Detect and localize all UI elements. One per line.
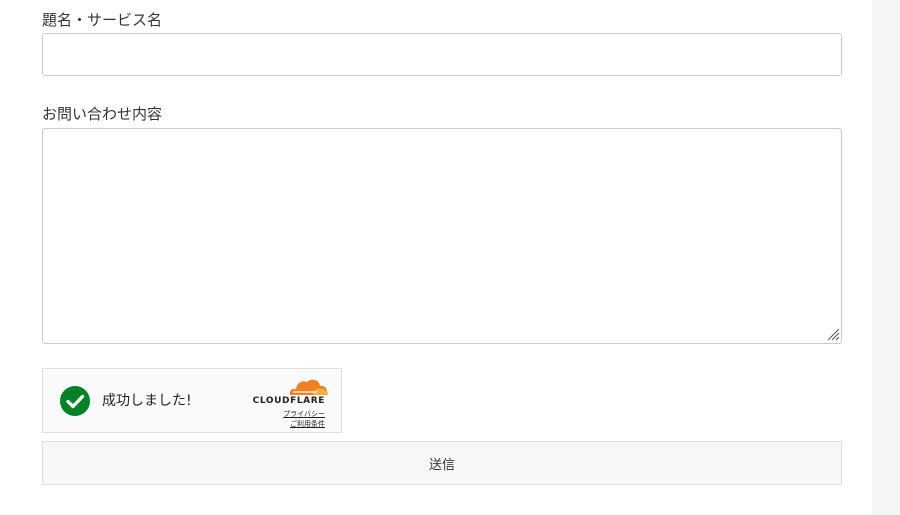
privacy-link[interactable]: プライバシー [283,410,325,419]
content-field-label: お問い合わせ内容 [42,105,163,123]
checkmark-circle-icon [60,386,90,416]
content-textarea[interactable] [42,128,842,344]
title-input[interactable] [42,33,842,76]
cloudflare-wordmark: CLOUDFLARE [252,396,325,406]
submit-button[interactable]: 送信 [42,441,842,485]
captcha-status-text: 成功しました! [102,393,192,409]
title-field-label: 題名・サービス名 [42,11,163,29]
cloudflare-cloud-icon [289,379,328,395]
contact-form-page: 題名・サービス名 お問い合わせ内容 成功しました! CLOUDFLARE プライ… [0,0,872,515]
terms-link[interactable]: ご利用条件 [290,420,325,429]
textarea-resize-handle[interactable] [826,327,840,341]
cloudflare-turnstile-widget: 成功しました! CLOUDFLARE プライバシー ご利用条件 [42,368,342,433]
